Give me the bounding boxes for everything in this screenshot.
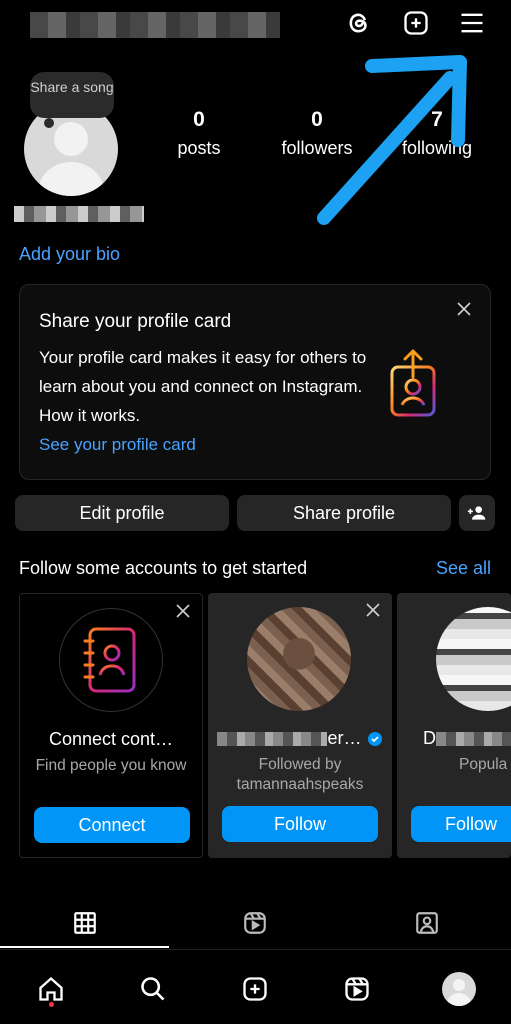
stat-following[interactable]: 7 following	[392, 108, 482, 159]
suggestion-card-account-partial[interactable]: D Popula Follow	[397, 593, 511, 858]
profile-card-title: Share your profile card	[39, 311, 232, 332]
edit-profile-button[interactable]: Edit profile	[15, 495, 229, 531]
stat-following-value: 7	[431, 108, 443, 131]
name-redacted	[436, 732, 511, 747]
add-person-icon	[467, 506, 486, 520]
follow-button[interactable]: Follow	[222, 806, 378, 842]
top-bar	[0, 0, 511, 50]
see-all-link[interactable]: See all	[436, 558, 491, 579]
display-name-redacted	[14, 206, 144, 222]
profile-card-graphic-icon	[390, 349, 436, 417]
home-icon	[39, 976, 63, 1001]
name-redacted	[217, 732, 328, 747]
profile-card-body: Your profile card makes it easy for othe…	[39, 348, 367, 425]
create-icon[interactable]	[401, 8, 431, 38]
suggestion-avatar-redacted	[436, 607, 511, 711]
nav-profile[interactable]	[442, 972, 476, 1006]
menu-icon[interactable]	[457, 8, 487, 38]
nav-search[interactable]	[136, 972, 170, 1006]
reels-icon	[345, 977, 369, 1001]
stat-followers-value: 0	[311, 108, 323, 131]
grid-icon	[74, 912, 96, 934]
share-profile-button[interactable]: Share profile	[237, 495, 451, 531]
stat-following-label: following	[401, 138, 473, 158]
dismiss-icon[interactable]	[366, 603, 380, 617]
suggestion-card-account[interactable]: er… Followed by tamannaahspeaks Follow	[208, 593, 392, 858]
note-bubble-tail	[44, 118, 54, 128]
connect-button[interactable]: Connect	[34, 807, 190, 843]
suggestion-subtitle: Popula	[459, 756, 508, 773]
add-bio-link[interactable]: Add your bio	[19, 244, 120, 265]
suggestion-subtitle: Find people you know	[35, 757, 187, 774]
profile-avatar-small	[442, 972, 476, 1006]
follow-button[interactable]: Follow	[411, 806, 511, 842]
nav-create[interactable]	[238, 972, 272, 1006]
tab-tagged[interactable]	[412, 908, 442, 938]
bottom-nav	[0, 960, 511, 1024]
suggestions-title: Follow some accounts to get started	[19, 558, 308, 578]
active-tab-indicator	[0, 946, 169, 948]
close-icon[interactable]	[456, 301, 472, 317]
discover-people-button[interactable]	[459, 495, 495, 531]
profile-tabs	[0, 900, 511, 950]
suggestion-title: D	[423, 728, 511, 749]
tagged-icon	[416, 912, 438, 934]
reels-icon	[244, 912, 266, 934]
search-icon	[141, 977, 165, 1001]
tab-posts-grid[interactable]	[70, 908, 100, 938]
suggestion-title: er…	[208, 728, 392, 749]
nav-home[interactable]	[34, 972, 68, 1006]
suggestion-card-connect-contacts[interactable]: Connect cont… Find people you know Conne…	[19, 593, 203, 858]
suggestion-title-visible: er…	[327, 728, 362, 748]
see-profile-card-link[interactable]: See your profile card	[39, 435, 196, 455]
suggestion-title-visible: D	[423, 728, 436, 748]
contacts-book-icon	[83, 627, 136, 693]
stat-posts[interactable]: 0 posts	[166, 108, 232, 159]
suggestion-title: Connect cont…	[48, 729, 174, 749]
note-bubble[interactable]: Share a song	[30, 72, 114, 118]
stat-followers-label: followers	[281, 138, 353, 158]
tab-reels[interactable]	[240, 908, 270, 938]
dismiss-icon[interactable]	[176, 604, 190, 618]
username-redacted[interactable]	[30, 12, 280, 38]
suggestion-subtitle: Followed by tamannaahspeaks	[236, 756, 364, 793]
stat-posts-label: posts	[177, 138, 221, 158]
avatar-placeholder-head	[54, 122, 88, 156]
profile-card-promo: Share your profile card Your profile car…	[19, 284, 491, 480]
threads-icon[interactable]	[344, 8, 374, 38]
home-notification-dot	[49, 1002, 54, 1007]
create-icon	[243, 977, 267, 1001]
nav-reels[interactable]	[340, 972, 374, 1006]
verified-badge-icon	[367, 732, 382, 747]
stat-followers[interactable]: 0 followers	[272, 108, 362, 159]
stat-posts-value: 0	[193, 108, 205, 131]
contacts-icon-circle	[59, 608, 163, 712]
avatar-placeholder-body	[38, 162, 104, 196]
suggestion-avatar-redacted	[247, 607, 351, 711]
